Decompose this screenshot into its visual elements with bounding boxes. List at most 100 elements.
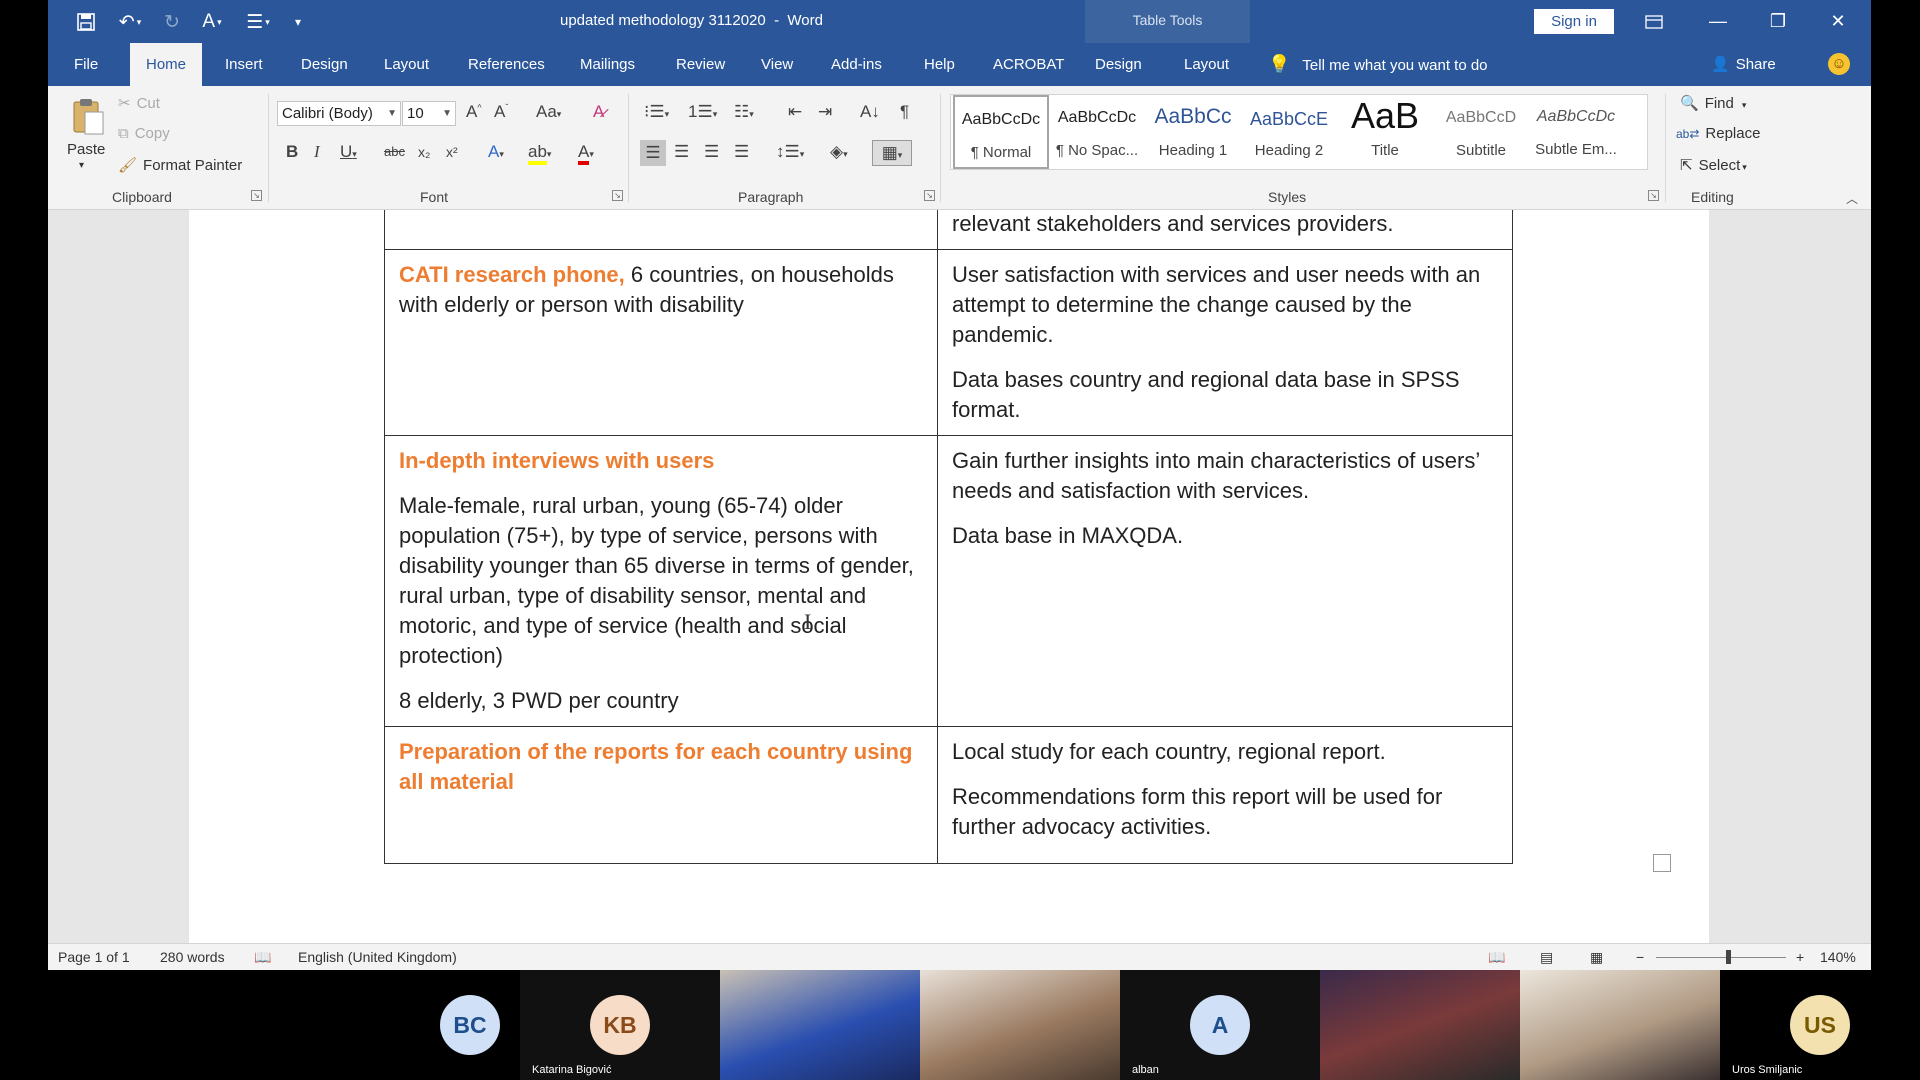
zoom-slider-thumb[interactable] [1726,950,1731,964]
restore-icon[interactable]: ❐ [1748,0,1808,43]
table-resize-handle[interactable] [1653,854,1671,872]
underline-icon[interactable]: U▾ [340,142,357,162]
borders-icon[interactable]: ▦▾ [872,140,912,166]
tab-references[interactable]: References [468,43,545,86]
tab-file[interactable]: File [74,43,98,86]
superscript-icon[interactable]: x² [446,144,458,160]
grow-font-icon[interactable]: A^ [466,102,482,122]
pilcrow-icon[interactable]: ¶ [900,102,909,122]
style-title[interactable]: AaB Title [1337,95,1433,169]
bullets-icon[interactable]: ⁝☰▾ [644,102,669,122]
tab-mailings[interactable]: Mailings [580,43,635,86]
shrink-font-icon[interactable]: Aˇ [494,102,508,122]
table-cell[interactable]: CATI research phone, 6 countries, on hou… [384,249,938,436]
table-cell[interactable]: relevant stakeholders and services provi… [937,210,1513,250]
print-layout-icon[interactable]: ▤ [1540,949,1553,966]
strikethrough-icon[interactable]: abc [384,144,405,159]
subscript-icon[interactable]: x₂ [418,144,430,160]
tab-view[interactable]: View [761,43,793,86]
table-cell[interactable] [384,210,938,250]
participant-tile[interactable]: A alban [1120,970,1320,1080]
tab-layout[interactable]: Layout [384,43,429,86]
sign-in-button[interactable]: Sign in [1534,9,1614,34]
font-name-combo[interactable]: Calibri (Body) ▼ [277,101,401,126]
participant-video[interactable] [720,970,920,1080]
page[interactable]: relevant stakeholders and services provi… [189,210,1709,943]
table-cell[interactable]: Local study for each country, regional r… [937,726,1513,864]
page-count[interactable]: Page 1 of 1 [58,949,130,965]
style-heading-1[interactable]: AaBbCc Heading 1 [1145,95,1241,169]
find-button[interactable]: 🔍 Find ▾ [1680,94,1746,112]
proofing-icon[interactable]: 📖 [254,949,271,966]
tab-help[interactable]: Help [924,43,955,86]
table-cell[interactable]: User satisfaction with services and user… [937,249,1513,436]
tab-table-design[interactable]: Design [1095,43,1142,86]
undo-icon[interactable]: ↶ ▾ [112,9,148,35]
web-layout-icon[interactable]: ▦ [1590,949,1603,966]
align-right-icon[interactable]: ☰ [704,142,719,162]
language[interactable]: English (United Kingdom) [298,949,457,965]
multilevel-list-icon[interactable]: ☷▾ [734,102,754,122]
style-heading-2[interactable]: AaBbCcE Heading 2 [1241,95,1337,169]
tab-home[interactable]: Home [130,43,203,86]
collapse-ribbon-icon[interactable]: ︿ [1846,190,1858,207]
change-case-icon[interactable]: Aa▾ [536,102,561,122]
tab-review[interactable]: Review [676,43,725,86]
tab-acrobat[interactable]: ACROBAT [993,43,1064,86]
select-button[interactable]: ⇱ Select ▾ [1680,156,1747,174]
justify-icon[interactable]: ☰ [734,142,749,162]
methodology-table[interactable]: relevant stakeholders and services provi… [384,210,1513,864]
replace-button[interactable]: ab⇄ Replace [1676,125,1760,142]
table-cell[interactable]: Preparation of the reports for each coun… [384,726,938,864]
clipboard-icon[interactable] [68,96,108,136]
text-effects-icon[interactable]: A▾ [488,142,504,162]
clipboard-launcher-icon[interactable]: ↘ [251,190,262,201]
zoom-slider[interactable] [1656,957,1786,958]
sort-icon[interactable]: A↓ [860,102,880,122]
word-count[interactable]: 280 words [160,949,225,965]
participant-tile[interactable]: US Uros Smiljanic [1720,970,1920,1080]
table-cell[interactable]: In-depth interviews with users Male-fema… [384,435,938,727]
zoom-level[interactable]: 140% [1820,949,1856,965]
share-button[interactable]: 👤 Share [1711,43,1776,86]
tell-me-search[interactable]: 💡 Tell me what you want to do [1268,43,1488,86]
participant-video[interactable] [1520,970,1720,1080]
line-spacing-icon[interactable]: ↕☰▾ [776,142,804,162]
font-style-icon[interactable]: A ▾ [194,9,230,35]
numbering-icon[interactable]: 1☰▾ [688,102,717,122]
paragraph-launcher-icon[interactable]: ↘ [924,190,935,201]
shading-icon[interactable]: ◈▾ [830,142,848,162]
align-center-icon[interactable]: ☰ [674,142,689,162]
customize-toolbar-icon[interactable]: ▾ [288,9,308,35]
font-launcher-icon[interactable]: ↘ [612,190,623,201]
font-color-icon[interactable]: A▾ [578,142,594,165]
tab-design[interactable]: Design [301,43,348,86]
zoom-out-icon[interactable]: − [1636,949,1644,965]
style-normal[interactable]: AaBbCcDc ¶ Normal [953,95,1049,169]
bullet-list-icon[interactable]: ☰ ▾ [238,9,278,35]
italic-icon[interactable]: I [314,142,320,162]
minimize-icon[interactable]: — [1688,0,1748,43]
feedback-smiley-icon[interactable]: ☺ [1828,53,1850,75]
zoom-in-icon[interactable]: + [1796,949,1804,965]
participant-tile[interactable]: KB Katarina Bigović [520,970,720,1080]
table-cell[interactable]: Gain further insights into main characte… [937,435,1513,727]
highlight-icon[interactable]: ab▾ [528,142,551,165]
align-left-icon[interactable]: ☰ [640,140,666,166]
style-no-spacing[interactable]: AaBbCcDc ¶ No Spac... [1049,95,1145,169]
paste-button[interactable]: Paste [67,141,105,158]
read-mode-icon[interactable]: 📖 [1488,949,1505,966]
tab-add-ins[interactable]: Add-ins [831,43,882,86]
tab-insert[interactable]: Insert [225,43,263,86]
participant-video[interactable] [1320,970,1520,1080]
decrease-indent-icon[interactable]: ⇤ [788,102,802,122]
tab-table-layout[interactable]: Layout [1184,43,1229,86]
styles-launcher-icon[interactable]: ↘ [1648,190,1659,201]
font-size-combo[interactable]: 10 ▼ [402,101,456,126]
bold-icon[interactable]: B [286,142,298,162]
participant-video[interactable] [920,970,1120,1080]
save-icon[interactable] [72,9,100,35]
ribbon-display-options-icon[interactable] [1624,0,1684,43]
paste-dropdown-icon[interactable]: ▾ [79,160,84,171]
increase-indent-icon[interactable]: ⇥ [818,102,832,122]
